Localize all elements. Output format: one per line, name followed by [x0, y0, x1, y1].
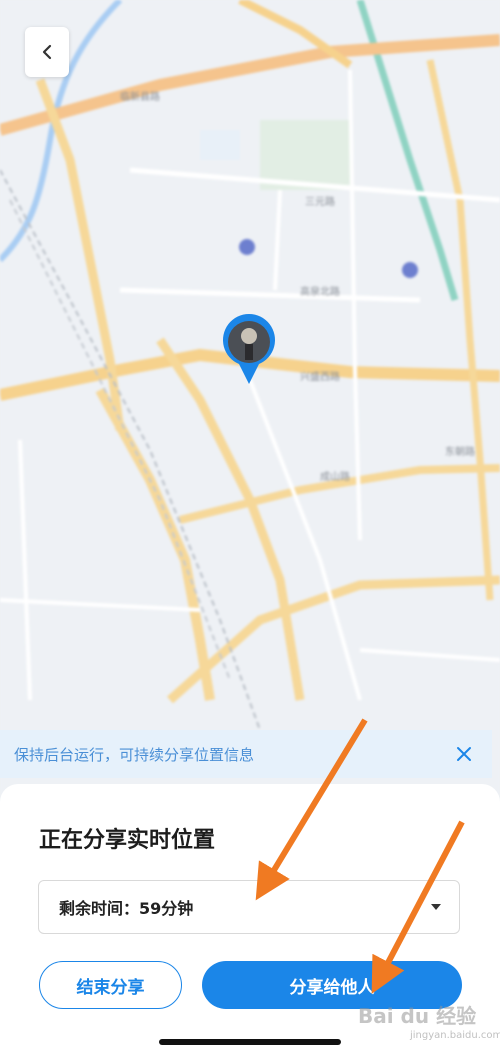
remaining-time-dropdown[interactable]: 剩余时间：59分钟: [38, 880, 460, 934]
road-label: 兴盛西路: [300, 370, 340, 383]
banner-text: 保持后台运行，可持续分享位置信息: [14, 745, 255, 764]
banner-close-button[interactable]: [444, 734, 484, 774]
chevron-left-icon: [42, 44, 52, 60]
remaining-time-label: 剩余时间：59分钟: [59, 899, 194, 918]
road-label: 高泉北路: [300, 285, 340, 298]
road-label: 临新县路: [120, 90, 160, 103]
watermark-url: jingyan.baidu.com: [410, 1030, 500, 1041]
watermark: Bai du 经验: [358, 1004, 477, 1028]
back-button[interactable]: [25, 27, 69, 77]
close-icon: [457, 747, 471, 761]
end-share-button[interactable]: 结束分享: [39, 961, 182, 1009]
road-label: 东朝路: [445, 445, 475, 458]
road-label: 成山路: [320, 470, 350, 483]
caret-down-icon: [431, 904, 441, 910]
user-location-marker[interactable]: [220, 314, 278, 386]
sheet-title: 正在分享实时位置: [39, 828, 216, 853]
map-view[interactable]: 临新县路 兴盛西路 三元路 成山路 高泉北路 东朝路: [0, 0, 500, 800]
home-indicator[interactable]: [159, 1039, 341, 1045]
background-run-banner: 保持后台运行，可持续分享位置信息: [0, 730, 492, 778]
road-label: 三元路: [305, 195, 335, 208]
